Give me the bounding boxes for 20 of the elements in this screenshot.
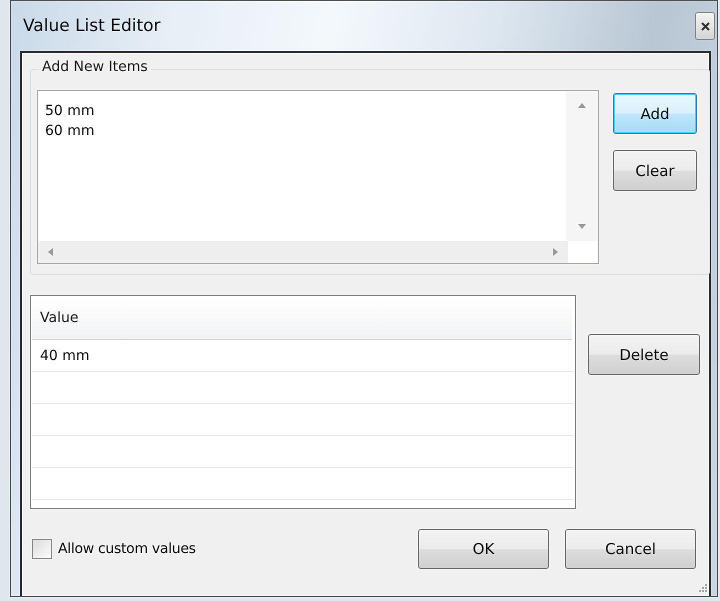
close-icon [700,22,710,30]
checkbox[interactable] [32,539,52,559]
default-button[interactable]: Add [613,93,697,134]
text-area[interactable]: 50 mm 60 mm [37,90,599,264]
list-view[interactable]: Value 40 mm [30,295,576,509]
checkbox-label: Allow custom values [58,541,196,557]
window-title: Value List Editor [23,16,161,36]
vertical-scrollbar[interactable] [566,91,598,241]
cancel-button[interactable]: Cancel [565,529,696,569]
list-row[interactable]: 40 mm [32,340,574,372]
resize-grip-icon[interactable] [698,583,707,592]
scroll-left-icon[interactable] [48,248,53,256]
scroll-up-icon[interactable] [578,103,586,108]
button[interactable]: Clear [613,150,697,191]
delete-button[interactable]: Delete [588,334,700,375]
scroll-right-icon[interactable] [553,248,558,256]
ok-button[interactable]: OK [418,529,549,569]
close-button[interactable] [695,12,715,40]
scroll-down-icon[interactable] [578,224,586,229]
horizontal-scrollbar[interactable] [38,241,568,263]
